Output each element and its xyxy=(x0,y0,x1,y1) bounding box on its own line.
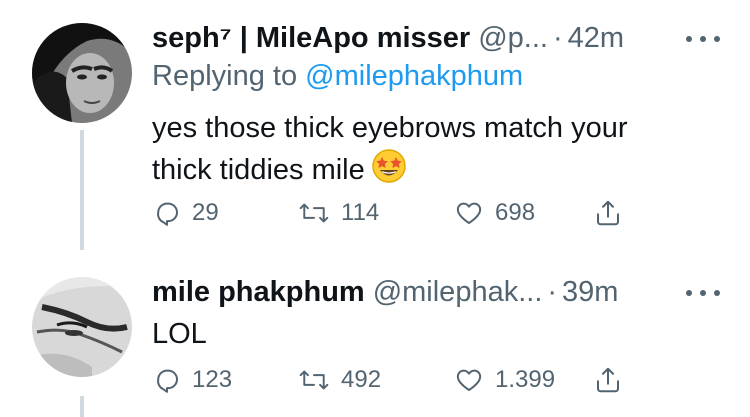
tweet-text: LOL xyxy=(152,314,712,354)
retweet-button[interactable]: 492 xyxy=(297,365,453,395)
retweet-icon xyxy=(299,203,329,223)
like-count: 698 xyxy=(495,199,536,226)
reply-count: 123 xyxy=(192,366,233,393)
avatar-image xyxy=(32,277,132,377)
user-handle[interactable]: @milephak... xyxy=(373,276,543,309)
reply-button[interactable]: 29 xyxy=(152,198,297,228)
tweet-text-line: LOL xyxy=(152,318,207,350)
timestamp[interactable]: 42m xyxy=(568,22,624,55)
like-button[interactable]: 698 xyxy=(453,198,593,228)
tweet-actions: 123 492 1.399 xyxy=(152,365,623,395)
share-button[interactable] xyxy=(593,198,623,228)
display-name[interactable]: mile phakphum xyxy=(152,276,365,309)
replying-to: Replying to @milephakphum xyxy=(152,60,523,93)
share-button[interactable] xyxy=(593,365,623,395)
replying-to-label: Replying to xyxy=(152,60,298,92)
tweet-actions: 29 114 698 xyxy=(152,198,623,228)
tweet-text-line: yes those thick eyebrows match your xyxy=(152,112,628,144)
retweet-icon xyxy=(299,370,329,390)
tweet-1[interactable]: seph⁷ | MileApo misser @p... · 42m Reply… xyxy=(0,0,750,250)
replying-to-handle[interactable]: @milephakphum xyxy=(305,60,523,92)
like-count: 1.399 xyxy=(495,366,556,393)
display-name[interactable]: seph⁷ | MileApo misser xyxy=(152,22,470,55)
tweet-header: seph⁷ | MileApo misser @p... · 42m xyxy=(152,20,710,56)
reply-count: 29 xyxy=(192,199,219,226)
separator-dot: · xyxy=(552,21,563,54)
tweet-text: yes those thick eyebrows match your thic… xyxy=(152,108,712,195)
tweet-text-line: thick tiddies mile xyxy=(152,148,712,195)
more-icon[interactable] xyxy=(686,288,720,298)
heart-icon xyxy=(456,369,482,391)
tweet-2[interactable]: mile phakphum @milephak... · 39m LOL 123… xyxy=(0,250,750,417)
star-struck-emoji xyxy=(371,148,407,195)
reply-button[interactable]: 123 xyxy=(152,365,297,395)
user-handle[interactable]: @p... xyxy=(478,22,548,55)
retweet-count: 492 xyxy=(341,366,382,393)
thread-line xyxy=(80,130,84,250)
avatar[interactable] xyxy=(32,23,132,123)
avatar-image xyxy=(32,23,132,123)
tweet-header: mile phakphum @milephak... · 39m xyxy=(152,274,710,310)
thread-line xyxy=(80,396,84,417)
retweet-count: 114 xyxy=(341,199,380,226)
retweet-button[interactable]: 114 xyxy=(297,198,453,228)
share-icon xyxy=(597,367,619,393)
more-icon[interactable] xyxy=(686,34,720,44)
heart-icon xyxy=(456,202,482,224)
reply-icon xyxy=(157,202,178,226)
avatar[interactable] xyxy=(32,277,132,377)
reply-icon xyxy=(157,369,178,393)
like-button[interactable]: 1.399 xyxy=(453,365,593,395)
tweet-text-span: thick tiddies mile xyxy=(152,154,365,187)
separator-dot: · xyxy=(547,275,558,308)
timestamp[interactable]: 39m xyxy=(562,276,618,309)
share-icon xyxy=(597,200,619,226)
